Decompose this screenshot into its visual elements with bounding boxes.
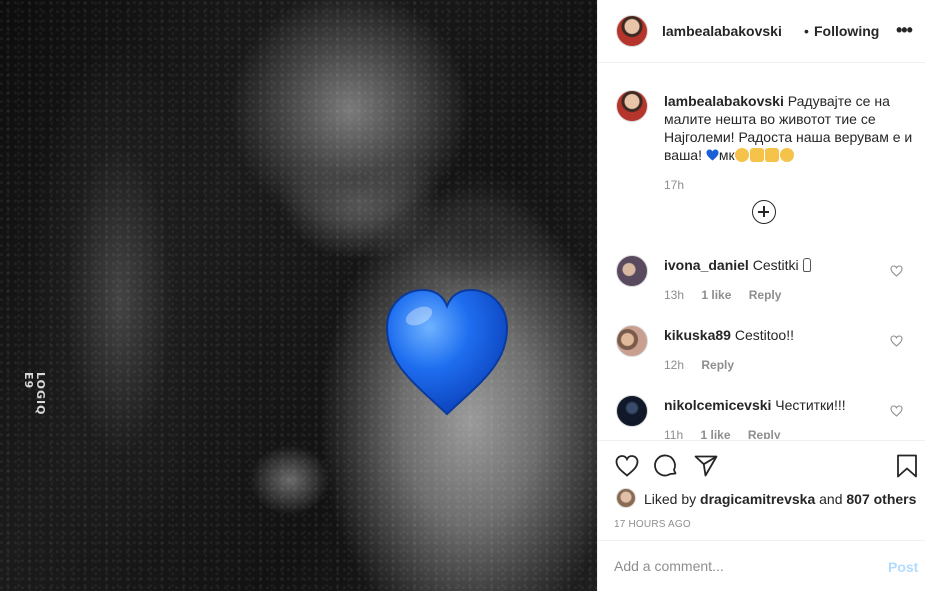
post-image[interactable]: LOGIQ E9 — [0, 0, 597, 591]
comments-section[interactable]: lambealabakovski Радувајте се на малите … — [598, 63, 925, 439]
avatar[interactable] — [616, 90, 648, 122]
liked-by-and: and — [819, 491, 843, 507]
baby-face-emoji-icon — [734, 148, 749, 162]
comment: ivona_daniel Cestitki — [664, 257, 811, 273]
instagram-post: LOGIQ E9 lambealabakovski • Following ••… — [0, 0, 925, 591]
caption-username[interactable]: lambealabakovski — [664, 93, 784, 109]
avatar[interactable] — [616, 325, 648, 357]
comment-username[interactable]: kikuska89 — [664, 327, 731, 343]
avatar[interactable] — [616, 255, 648, 287]
comment-meta: 12h Reply — [664, 358, 734, 372]
watermark-line-2: E9 — [22, 372, 35, 390]
avatar[interactable] — [616, 395, 648, 427]
post-time[interactable]: 17 HOURS AGO — [614, 519, 691, 530]
avatar[interactable] — [616, 488, 636, 508]
plus-circle-icon[interactable] — [752, 200, 776, 224]
avatar[interactable] — [616, 15, 648, 47]
watermark-line-1: LOGIQ — [34, 372, 47, 416]
flexed-biceps-emoji-icon — [764, 148, 779, 162]
liked-by-prefix: Liked by — [644, 491, 697, 507]
reply-button[interactable]: Reply — [749, 288, 782, 302]
comment-time[interactable]: 11h — [664, 428, 683, 439]
reply-button[interactable]: Reply — [701, 358, 734, 372]
blue-heart-icon — [385, 288, 509, 416]
comment-text: Cestitoo!! — [734, 327, 794, 343]
speech-bubble-icon[interactable] — [653, 453, 679, 479]
comment-input[interactable] — [614, 556, 864, 576]
comment-like-heart-icon[interactable] — [890, 405, 903, 417]
blue-heart-emoji-icon — [706, 149, 719, 161]
hugging-face-emoji-icon — [779, 148, 794, 162]
scanner-watermark: LOGIQ E9 — [22, 372, 47, 416]
comment-likes[interactable]: 1 like — [701, 288, 731, 302]
comment-time[interactable]: 12h — [664, 358, 684, 372]
following-button[interactable]: Following — [814, 23, 879, 39]
action-bar: Liked by dragicamitrevska and 807 others… — [598, 440, 925, 540]
comment-time[interactable]: 13h — [664, 288, 684, 302]
reply-button[interactable]: Reply — [748, 428, 781, 439]
flexed-biceps-emoji-icon — [749, 148, 764, 162]
caption: lambealabakovski Радувајте се на малите … — [664, 92, 914, 164]
paper-plane-icon[interactable] — [693, 453, 719, 479]
liked-by-others[interactable]: 807 others — [846, 491, 916, 507]
comment-meta: 13h 1 like Reply — [664, 288, 781, 302]
comment-text: Честитки!!! — [775, 397, 846, 413]
post-side-panel: lambealabakovski • Following ••• lambeal… — [597, 0, 925, 591]
caption-time[interactable]: 17h — [664, 178, 684, 192]
liked-by-user[interactable]: dragicamitrevska — [700, 491, 815, 507]
comment-meta: 11h 1 like Reply — [664, 428, 781, 439]
ellipsis-icon[interactable]: ••• — [896, 20, 913, 41]
comment: kikuska89 Cestitoo!! — [664, 327, 794, 343]
comment-likes[interactable]: 1 like — [700, 428, 730, 439]
bookmark-icon[interactable] — [894, 453, 920, 479]
liked-by: Liked by dragicamitrevska and 807 others — [644, 491, 916, 507]
post-header: lambealabakovski • Following ••• — [598, 0, 925, 63]
comment-username[interactable]: nikolcemicevski — [664, 397, 771, 413]
heart-outline-icon[interactable] — [614, 453, 640, 479]
header-username[interactable]: lambealabakovski — [662, 23, 782, 39]
baby-bottle-emoji-icon — [802, 258, 811, 272]
post-button[interactable]: Post — [888, 559, 918, 575]
comment-like-heart-icon[interactable] — [890, 265, 903, 277]
comment-username[interactable]: ivona_daniel — [664, 257, 749, 273]
separator-dot: • — [804, 23, 809, 39]
caption-suffix: мк — [718, 147, 735, 163]
add-comment-bar: Post — [598, 540, 925, 591]
comment: nikolcemicevski Честитки!!! — [664, 397, 846, 413]
comment-like-heart-icon[interactable] — [890, 335, 903, 347]
comment-text: Cestitki — [752, 257, 799, 273]
